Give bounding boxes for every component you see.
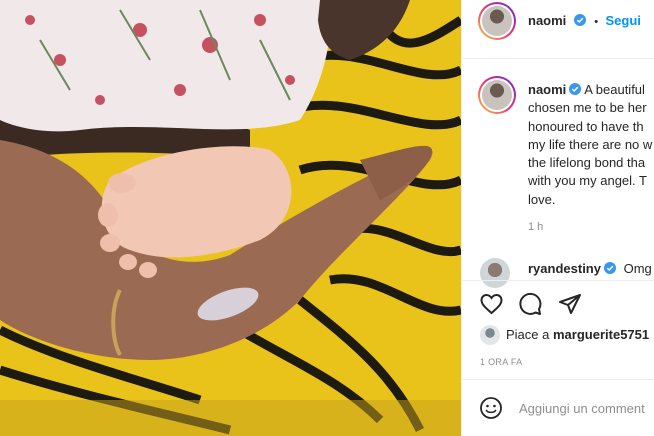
comment-icon[interactable]	[518, 292, 543, 316]
heart-icon[interactable]	[479, 292, 504, 316]
comment-text: ryandestiny Omg	[528, 261, 652, 276]
caption-line: love.	[528, 191, 556, 207]
caption-username[interactable]: naomi	[528, 82, 566, 97]
post-header: naomi • Segui	[462, 0, 654, 58]
caption-text: naomi A beautiful chosen me to be her ho…	[528, 81, 652, 209]
post-photo[interactable]	[0, 0, 461, 436]
header-divider	[462, 58, 654, 59]
header-separator: •	[594, 16, 599, 28]
caption-line: A beautiful	[584, 82, 645, 97]
emoji-icon[interactable]	[479, 396, 503, 420]
post-timestamp[interactable]: 1 ORA FA	[480, 357, 522, 367]
caption-line: honoured to have th	[528, 118, 644, 134]
likes-user[interactable]: marguerite5751	[553, 327, 649, 342]
caption-line: the lifelong bond tha	[528, 155, 646, 171]
comment-input-divider	[462, 379, 654, 380]
likes-prefix: Piace a	[506, 327, 550, 342]
caption-avatar[interactable]	[478, 76, 516, 114]
liker-avatar[interactable]	[480, 325, 500, 345]
post-side-panel: naomi • Segui naomi A beautiful chosen m…	[461, 0, 654, 436]
commenter-username[interactable]: ryandestiny	[528, 261, 601, 276]
verified-badge-icon	[573, 14, 586, 26]
share-icon[interactable]	[558, 292, 582, 316]
caption-line: my life there are no w	[528, 136, 653, 152]
follow-button[interactable]: Segui	[606, 13, 641, 28]
likes-summary: Piace a marguerite5751	[506, 327, 649, 342]
commenter-avatar[interactable]	[480, 258, 510, 288]
caption-line: chosen me to be her	[528, 100, 647, 116]
comment-body: Omg	[623, 261, 652, 276]
add-comment-input[interactable]: Aggiungi un comment	[519, 401, 645, 416]
actions-divider	[462, 280, 654, 281]
verified-badge-icon	[603, 262, 616, 274]
author-avatar[interactable]	[478, 2, 516, 40]
caption-line: with you my angel. T	[528, 173, 647, 189]
post-image	[0, 0, 461, 436]
verified-badge-icon	[569, 83, 582, 95]
caption-age[interactable]: 1 h	[528, 221, 543, 233]
author-username[interactable]: naomi	[528, 13, 566, 28]
